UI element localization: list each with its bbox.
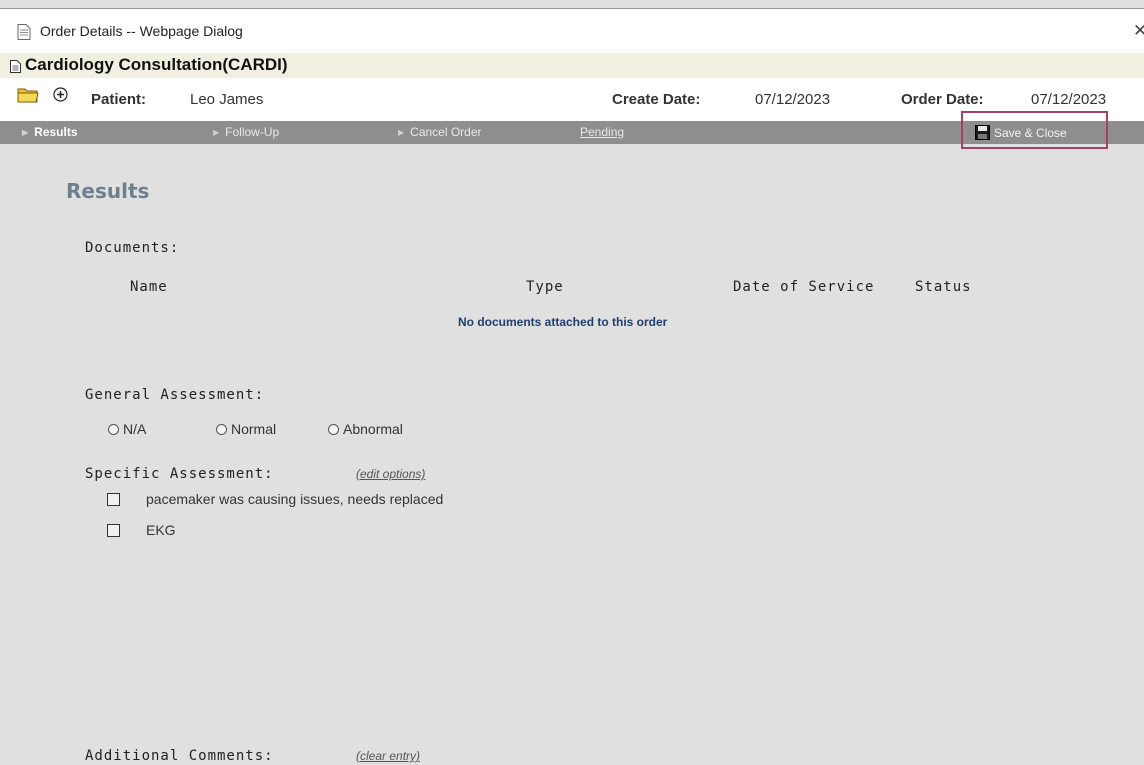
- floppy-disk-icon: [975, 125, 990, 140]
- save-close-label: Save & Close: [994, 125, 1067, 140]
- specific-assessment-label: Specific Assessment:: [85, 466, 274, 482]
- radio-circle-icon[interactable]: [328, 423, 339, 435]
- create-date-value: 07/12/2023: [755, 91, 831, 108]
- radio-normal-label: Normal: [231, 421, 277, 437]
- document-icon: [10, 58, 21, 77]
- radio-circle-icon[interactable]: [216, 423, 227, 435]
- additional-comments-label: Additional Comments:: [85, 748, 274, 764]
- specific-option-label: pacemaker was causing issues, needs repl…: [146, 491, 444, 507]
- documents-label: Documents:: [85, 240, 180, 256]
- save-close-button[interactable]: Save & Close: [975, 121, 1067, 144]
- patient-name: Leo James: [190, 91, 264, 108]
- results-panel: Results Documents: Name Type Date of Ser…: [0, 144, 1144, 765]
- tab-follow-up-label: Follow-Up: [225, 125, 280, 139]
- radio-abnormal-label: Abnormal: [343, 421, 403, 437]
- radio-normal[interactable]: Normal: [216, 421, 276, 437]
- radio-na[interactable]: N/A: [108, 421, 146, 437]
- general-assessment-label: General Assessment:: [85, 387, 265, 403]
- folder-icon[interactable]: [17, 87, 39, 107]
- tab-results-label: Results: [34, 125, 78, 139]
- expand-plus-icon[interactable]: [53, 87, 68, 106]
- cancel-order-label: Cancel Order: [410, 125, 482, 139]
- dialog-titlebar: Order Details -- Webpage Dialog ✕: [0, 9, 1144, 53]
- clear-entry-link[interactable]: (clear entry): [356, 749, 420, 763]
- page-icon: [17, 24, 31, 44]
- order-header: Cardiology Consultation(CARDI): [0, 53, 1144, 78]
- column-header-type: Type: [526, 279, 564, 295]
- radio-na-label: N/A: [123, 421, 147, 437]
- column-header-name: Name: [130, 279, 168, 295]
- column-header-date-of-service: Date of Service: [733, 279, 875, 295]
- tab-results[interactable]: ▶ Results: [22, 125, 78, 139]
- checkbox[interactable]: [107, 523, 120, 537]
- section-title: Results: [66, 179, 150, 203]
- edit-options-link[interactable]: (edit options): [356, 467, 425, 481]
- arrow-right-icon: ▶: [213, 128, 220, 137]
- close-icon[interactable]: ✕: [1133, 21, 1144, 41]
- pending-link[interactable]: Pending: [580, 125, 624, 139]
- cancel-order-button[interactable]: ▶ Cancel Order: [398, 125, 482, 139]
- create-date-label: Create Date:: [612, 91, 701, 108]
- specific-option-row[interactable]: EKG: [107, 522, 176, 538]
- specific-option-label: EKG: [146, 522, 176, 538]
- order-date-value: 07/12/2023: [1031, 91, 1107, 108]
- arrow-right-icon: ▶: [398, 128, 405, 137]
- tab-follow-up[interactable]: ▶ Follow-Up: [213, 125, 279, 139]
- radio-abnormal[interactable]: Abnormal: [328, 421, 403, 437]
- dialog-title: Order Details -- Webpage Dialog: [40, 23, 243, 39]
- no-documents-message: No documents attached to this order: [458, 315, 668, 329]
- arrow-right-icon: ▶: [22, 128, 29, 137]
- radio-circle-icon[interactable]: [108, 423, 119, 435]
- specific-option-row[interactable]: pacemaker was causing issues, needs repl…: [107, 491, 443, 507]
- patient-label: Patient:: [91, 91, 147, 108]
- order-title: Cardiology Consultation(CARDI): [25, 55, 288, 74]
- column-header-status: Status: [915, 279, 972, 295]
- order-date-label: Order Date:: [901, 91, 984, 108]
- checkbox[interactable]: [107, 492, 120, 506]
